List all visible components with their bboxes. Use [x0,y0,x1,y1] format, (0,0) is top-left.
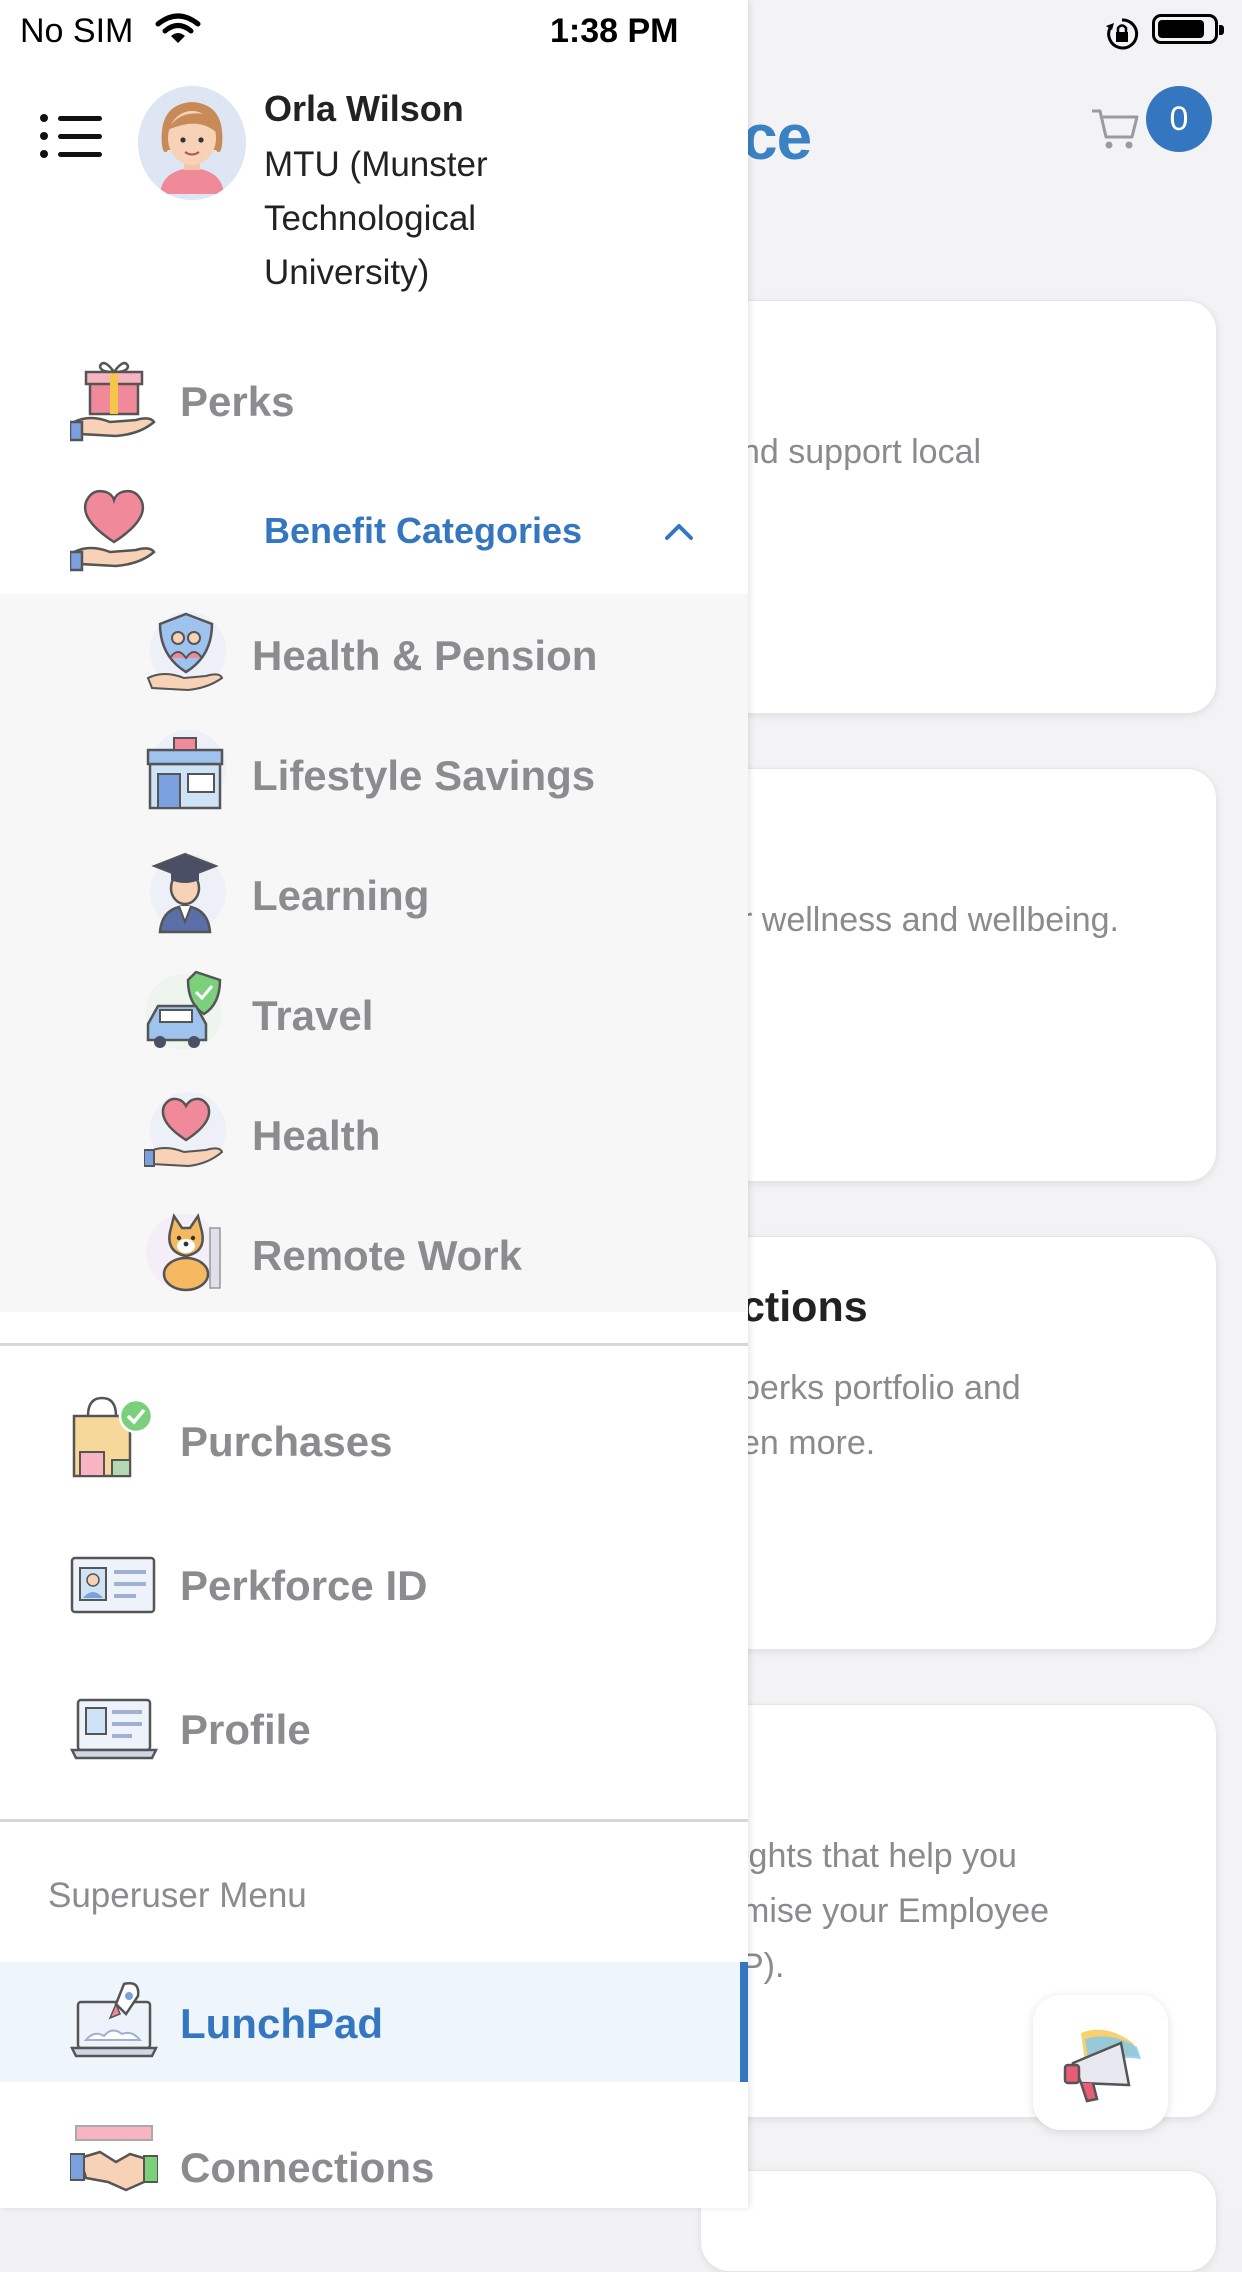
menu-item-profile[interactable]: Profile [0,1668,748,1788]
app-logo: ce [742,101,812,173]
menu-item-connections[interactable]: Connections [0,2106,748,2226]
announcement-fab[interactable] [1033,1995,1168,2130]
divider [0,1343,748,1346]
card-description: ights that help you [741,1837,1017,1875]
benefit-card[interactable]: r wellness and wellbeing. [700,768,1217,1182]
menu-item-perkforce-id[interactable]: Perkforce ID [0,1524,748,1644]
menu-toggle-icon[interactable] [40,110,104,162]
benefit-card[interactable] [700,2170,1217,2272]
benefit-card[interactable]: ctions perks portfolio and en more. [700,1236,1217,1650]
menu-item-label: Perks [180,378,295,425]
battery-icon [1152,14,1224,44]
menu-item-benefit-categories[interactable]: Benefit Categories [0,470,748,590]
menu-item-label: LunchPad [180,2000,384,2047]
cart-count-badge[interactable]: 0 [1146,86,1212,152]
submenu-item-label: Travel [252,992,374,1039]
submenu-item-label: Lifestyle Savings [252,752,596,799]
menu-item-label: Profile [180,1706,311,1753]
menu-item-perks[interactable]: Perks [0,340,748,460]
car-shield-icon [146,970,222,1050]
submenu-item-label: Learning [252,872,430,919]
graduate-icon [150,852,226,934]
card-description: nd support local [741,433,982,471]
benefit-card[interactable]: nd support local [700,300,1217,714]
submenu-item-travel[interactable]: Travel [0,954,748,1074]
divider [0,1819,748,1822]
user-organization: MTU (Munster Technological University) [264,145,488,292]
card-description: r wellness and wellbeing. [741,901,1119,939]
storefront-icon [146,730,226,810]
menu-item-label: Perkforce ID [180,1562,428,1609]
gift-hand-icon [70,361,156,442]
card-title: ctions [741,1283,868,1331]
submenu-item-health-pension[interactable]: Health & Pension [0,594,748,714]
handshake-icon [70,2125,158,2192]
card-description: en more. [741,1424,876,1462]
megaphone-icon [1063,2029,1141,2102]
clock: 1:38 PM [550,12,679,50]
wifi-icon [155,13,201,43]
heart-hand-icon [70,489,156,572]
submenu-item-remote-work[interactable]: Remote Work [0,1194,748,1314]
laptop-rocket-icon [70,1982,158,2058]
card-description: perks portfolio and [741,1369,1021,1407]
submenu-item-learning[interactable]: Learning [0,834,748,954]
heart-hand-icon [144,1092,226,1168]
side-drawer: Orla Wilson MTU (Munster Technological U… [0,0,748,2208]
submenu-item-lifestyle-savings[interactable]: Lifestyle Savings [0,714,748,834]
menu-item-purchases[interactable]: Purchases [0,1380,748,1500]
status-bar: No SIM 1:38 PM [0,0,1242,64]
shopping-bag-icon [72,1396,154,1478]
shield-family-icon [146,612,226,692]
submenu-item-label: Health [252,1112,381,1159]
menu-item-lunchpad[interactable]: LunchPad [0,1962,748,2082]
submenu-item-health[interactable]: Health [0,1074,748,1194]
user-name: Orla Wilson [264,88,464,129]
laptop-profile-icon [70,1698,158,1760]
chevron-up-icon[interactable] [664,522,694,542]
submenu-item-label: Remote Work [252,1232,522,1279]
submenu-item-label: Health & Pension [252,632,598,679]
avatar[interactable] [138,86,246,200]
carrier-label: No SIM [20,12,134,50]
card-description: mise your Employee [741,1892,1050,1930]
dog-icon [146,1212,222,1292]
orientation-lock-icon [1106,18,1139,50]
cart-icon[interactable] [1090,105,1140,151]
benefit-categories-submenu: Health & Pension Lifestyle Savings Learn… [0,594,748,1312]
menu-item-label: Connections [180,2144,435,2191]
menu-item-label: Purchases [180,1418,393,1465]
id-card-icon [70,1556,156,1614]
superuser-menu-heading: Superuser Menu [48,1876,307,1915]
menu-item-label: Benefit Categories [264,510,583,551]
